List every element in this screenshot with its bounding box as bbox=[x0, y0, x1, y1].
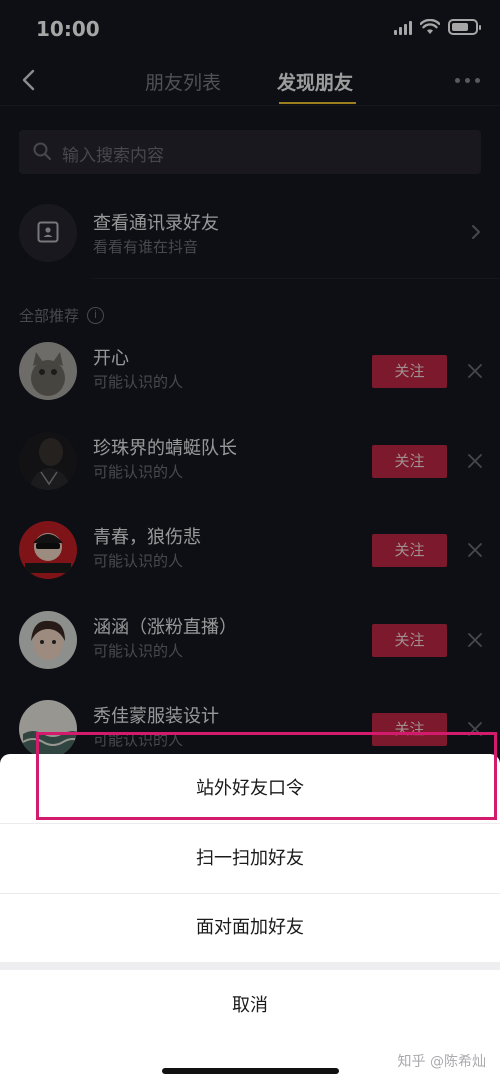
scan-to-add-option[interactable]: 扫一扫加好友 bbox=[0, 824, 500, 893]
home-indicator[interactable] bbox=[162, 1068, 339, 1074]
sheet-gap bbox=[0, 962, 500, 970]
face-to-face-option[interactable]: 面对面加好友 bbox=[0, 893, 500, 962]
watermark: 知乎 @陈希灿 bbox=[397, 1054, 486, 1070]
highlight-box bbox=[36, 732, 497, 820]
cancel-button[interactable]: 取消 bbox=[0, 971, 500, 1040]
